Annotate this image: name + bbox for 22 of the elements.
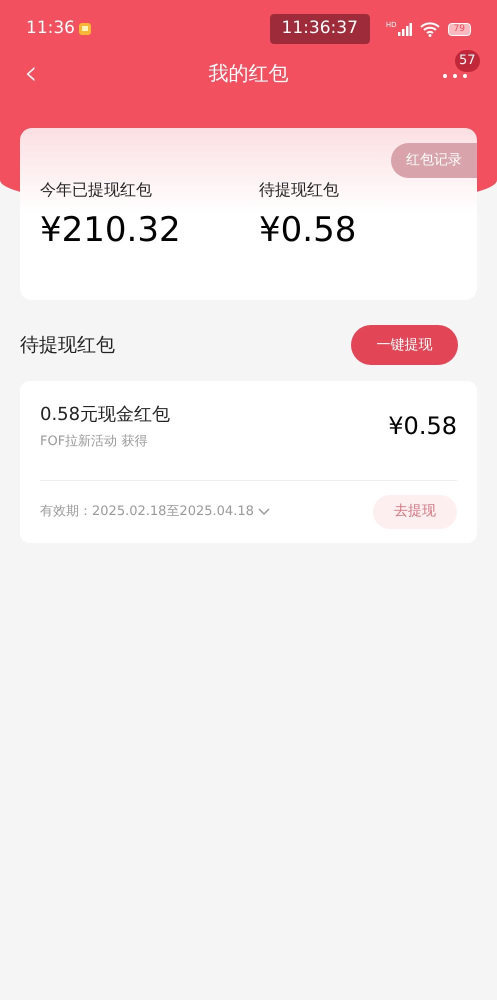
stat-label: 今年已提现红包 bbox=[40, 179, 153, 201]
chevron-down-icon[interactable] bbox=[258, 508, 270, 516]
withdraw-all-button[interactable]: 一键提现 bbox=[351, 325, 458, 365]
stat-amount: ¥210.32 bbox=[40, 209, 182, 252]
stat-label: 待提现红包 bbox=[259, 179, 340, 201]
wifi-icon bbox=[420, 22, 440, 36]
record-button[interactable]: 红包记录 bbox=[391, 143, 477, 178]
validity-period: 有效期：2025.02.18至2025.04.18 bbox=[40, 502, 254, 521]
page-title: 我的红包 bbox=[208, 60, 288, 87]
stat-amount: ¥0.58 bbox=[259, 209, 356, 252]
section-title: 待提现红包 bbox=[20, 332, 115, 358]
signal-icon bbox=[398, 22, 412, 36]
packet-title: 0.58元现金红包 bbox=[40, 403, 170, 427]
notification-icon bbox=[78, 22, 92, 36]
more-icon[interactable] bbox=[443, 74, 467, 78]
withdraw-button[interactable]: 去提现 bbox=[373, 494, 457, 528]
clock-label: 11:36:37 bbox=[270, 14, 370, 44]
packet-amount: ¥0.58 bbox=[388, 411, 457, 442]
back-button[interactable]: ‹ bbox=[24, 58, 38, 88]
battery-indicator: 79 bbox=[448, 22, 471, 36]
packet-source: FOF拉新活动 获得 bbox=[40, 433, 148, 451]
status-time: 11:36 bbox=[26, 17, 75, 40]
